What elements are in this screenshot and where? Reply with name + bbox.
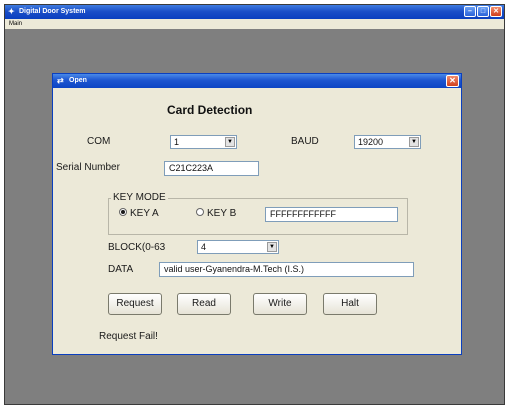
block-label: BLOCK(0-63 [108,242,166,253]
block-select[interactable]: 4 ▼ [197,240,279,254]
key-a-label: KEY A [130,208,159,219]
dialog-close-icon[interactable]: ✕ [446,75,459,87]
close-icon[interactable]: ✕ [490,6,502,17]
serial-number-label: Serial Number [56,162,120,173]
key-a-radio[interactable]: KEY A [119,208,159,219]
menu-item-main[interactable]: Main [9,21,22,27]
app-icon: ✦ [8,7,15,16]
data-label: DATA [108,264,134,275]
key-b-label: KEY B [207,208,237,219]
main-window: ✦ Digital Door System – □ ✕ Main ⇄ Open … [4,4,505,405]
chevron-down-icon[interactable]: ▼ [267,242,277,252]
minimize-icon[interactable]: – [464,6,476,17]
halt-button[interactable]: Halt [323,293,377,315]
dialog-icon: ⇄ [57,76,64,85]
baud-label: BAUD [291,136,319,147]
dialog-titlebar[interactable]: ⇄ Open ✕ [53,74,461,88]
block-value: 4 [201,242,207,252]
main-titlebar[interactable]: ✦ Digital Door System – □ ✕ [5,5,504,19]
window-controls: – □ ✕ [464,6,502,17]
baud-value: 19200 [358,137,384,147]
serial-number-field[interactable]: C21C223A [164,161,259,176]
radio-selected-icon [119,208,127,217]
card-detection-heading: Card Detection [167,103,253,117]
key-value-field[interactable]: FFFFFFFFFFFF [265,207,398,222]
menubar: Main [5,19,504,29]
com-select[interactable]: 1 ▼ [170,135,237,149]
chevron-down-icon[interactable]: ▼ [409,137,419,147]
chevron-down-icon[interactable]: ▼ [225,137,235,147]
open-dialog: ⇄ Open ✕ Card Detection COM 1 ▼ BAUD 192… [52,73,462,355]
main-window-title: Digital Door System [19,8,86,15]
key-mode-label: KEY MODE [111,192,168,203]
maximize-icon[interactable]: □ [477,6,489,17]
write-button[interactable]: Write [253,293,307,315]
com-value: 1 [174,137,180,147]
dialog-title: Open [69,77,87,84]
key-b-radio[interactable]: KEY B [196,208,236,219]
screen: ✦ Digital Door System – □ ✕ Main ⇄ Open … [0,0,511,412]
data-field[interactable]: valid user-Gyanendra-M.Tech (I.S.) [159,262,414,277]
read-button[interactable]: Read [177,293,231,315]
com-label: COM [87,136,111,147]
request-button[interactable]: Request [108,293,162,315]
baud-select[interactable]: 19200 ▼ [354,135,421,149]
radio-unselected-icon [196,208,204,217]
status-text: Request Fail! [99,331,158,342]
